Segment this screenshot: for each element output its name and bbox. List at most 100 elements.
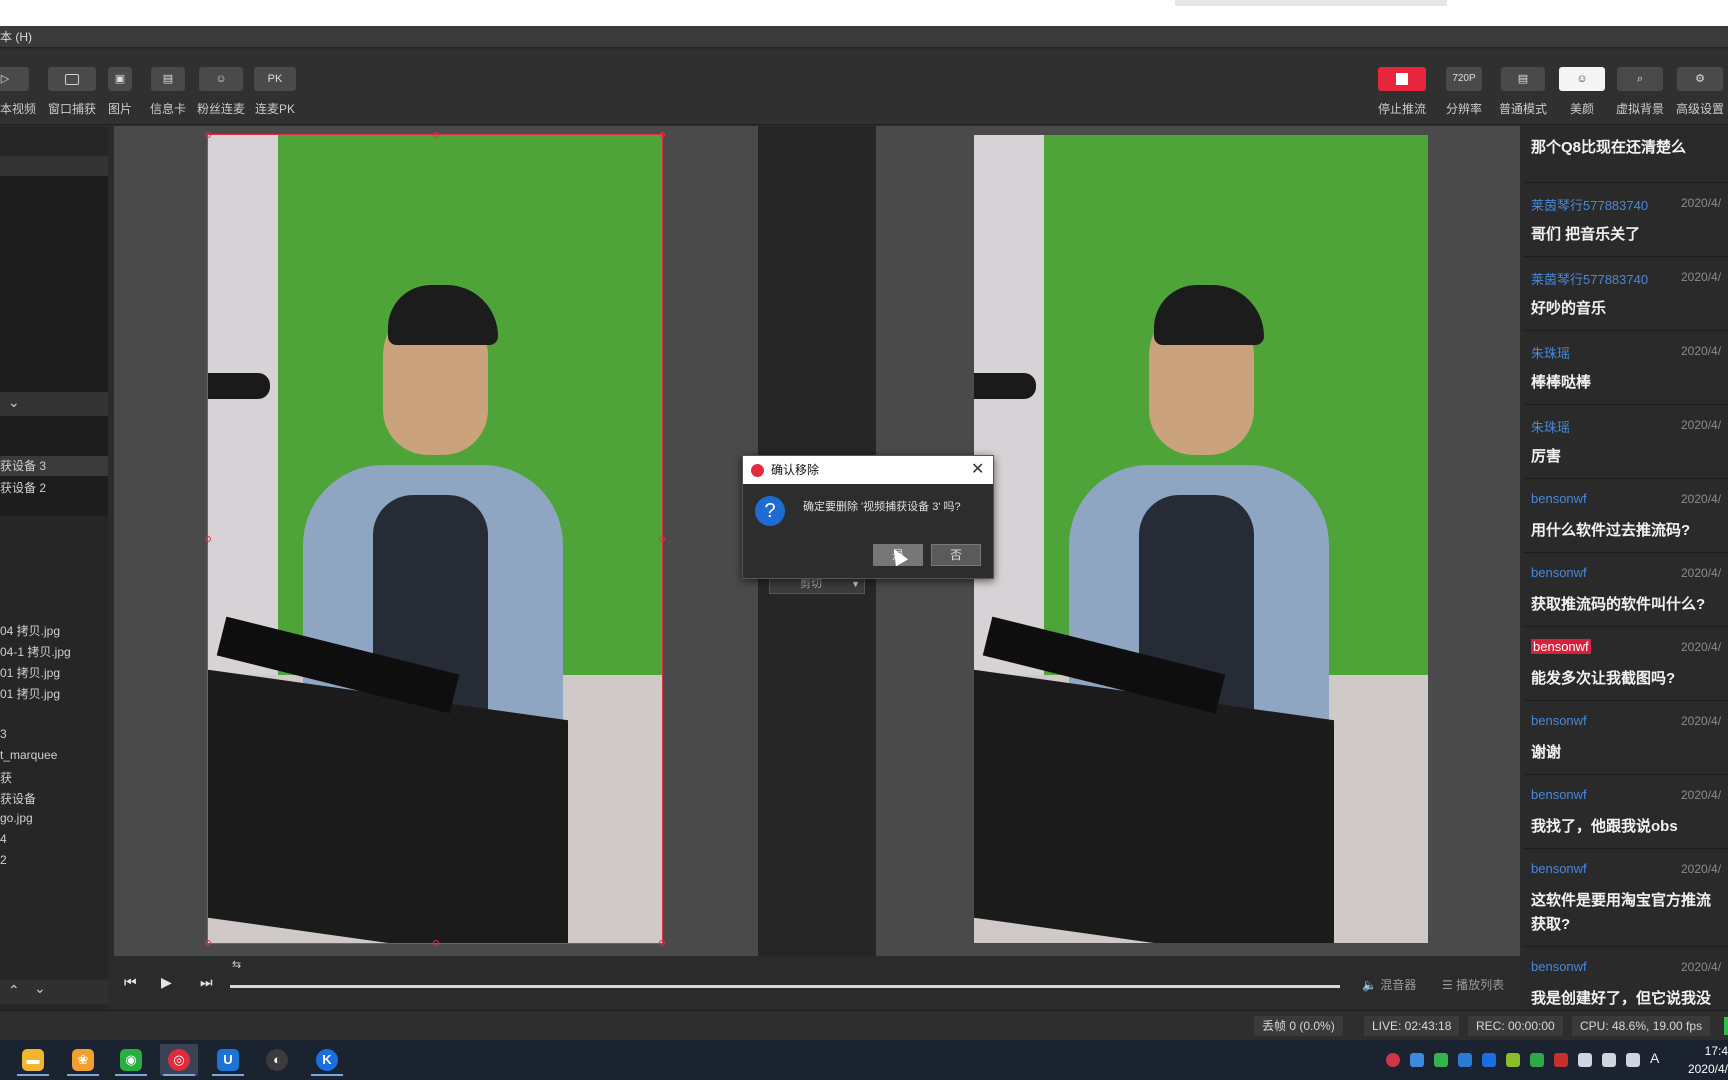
tray-app-icon[interactable]	[1458, 1053, 1472, 1067]
resize-handle[interactable]	[205, 940, 211, 946]
no-button[interactable]: 否	[931, 544, 981, 566]
chat-text: 好吵的音乐	[1531, 300, 1607, 317]
resize-handle[interactable]	[433, 132, 439, 138]
tray-shield-icon[interactable]	[1530, 1053, 1544, 1067]
chat-text: 能发多次让我截图吗?	[1531, 670, 1676, 687]
tray-cube-icon[interactable]	[1410, 1053, 1424, 1067]
file-item[interactable]: 4	[0, 832, 7, 846]
collapse-bar[interactable]: ⌄	[0, 392, 108, 416]
chat-date: 2020/4/	[1681, 492, 1722, 506]
virtual-background-button[interactable]: ⌕ 虚拟背景	[1614, 67, 1666, 117]
obs-icon[interactable]: ◐	[258, 1044, 296, 1076]
file-item[interactable]: 01 拷贝.jpg	[0, 664, 60, 681]
u-app-icon[interactable]: U	[209, 1044, 247, 1076]
file-item[interactable]: 获	[0, 769, 12, 786]
chevron-down-icon: ⌄	[8, 394, 20, 410]
tray-volume-icon[interactable]	[1626, 1053, 1640, 1067]
tray-obs-icon[interactable]	[1386, 1053, 1400, 1067]
chevron-up-icon[interactable]: ⌃	[8, 982, 20, 999]
next-icon[interactable]: ⏭	[200, 974, 213, 991]
chat-username[interactable]: 莱茵琴行577883740	[1531, 195, 1648, 214]
normal-mode-button[interactable]: ▤ 普通模式	[1498, 67, 1548, 117]
file-item[interactable]: 2	[0, 853, 7, 867]
chat-username[interactable]: bensonwf	[1531, 565, 1587, 580]
browser-top-strip	[0, 0, 1728, 26]
tray-game-icon[interactable]	[1506, 1053, 1520, 1067]
edit-preview[interactable]	[114, 126, 758, 956]
chat-date: 2020/4/	[1681, 714, 1722, 728]
tray-network-icon[interactable]	[1602, 1053, 1616, 1067]
file-item[interactable]: 3	[0, 727, 7, 741]
chat-username[interactable]: 朱珠瑶	[1531, 417, 1570, 436]
source-item-selected[interactable]: 获设备 3	[0, 456, 108, 476]
resize-handle[interactable]	[205, 536, 211, 542]
wechat-icon[interactable]: ◉	[112, 1044, 150, 1076]
file-item[interactable]: 获设备	[0, 790, 36, 807]
stop-stream-button[interactable]: 停止推流	[1376, 67, 1428, 117]
file-item[interactable]: t_marquee	[0, 748, 57, 762]
mixer-button[interactable]: 🔈 混音器	[1362, 976, 1416, 993]
file-item[interactable]: 04 拷贝.jpg	[0, 622, 60, 639]
k-app-icon[interactable]: K	[308, 1044, 346, 1076]
cpu-usage: CPU: 48.6%, 19.00 fps	[1572, 1016, 1711, 1036]
image-button[interactable]: ▣ 图片	[106, 67, 134, 117]
previous-icon[interactable]: ⏮	[124, 974, 137, 991]
resize-handle[interactable]	[659, 132, 665, 138]
dialog-titlebar: 确认移除 ✕	[743, 456, 993, 484]
chat-username[interactable]: bensonwf	[1531, 787, 1587, 802]
resize-handle[interactable]	[205, 132, 211, 138]
play-icon[interactable]: ▶	[161, 974, 172, 991]
source-item[interactable]: 获设备 2	[0, 478, 46, 498]
chat-message: bensonwf 2020/4/谢谢	[1523, 700, 1728, 774]
play-icon: ▷	[0, 67, 29, 91]
chat-text: 获取推流码的软件叫什么?	[1531, 596, 1706, 613]
resize-handle[interactable]	[659, 940, 665, 946]
menu-help[interactable]: 本 (H)	[0, 26, 32, 48]
info-card-button[interactable]: ▤ 信息卡	[148, 67, 188, 117]
file-item[interactable]: 04-1 拷贝.jpg	[0, 643, 71, 660]
gear-icon: ⚙	[1677, 67, 1723, 91]
obs-app-icon[interactable]: ◎	[160, 1044, 198, 1076]
chat-message: 朱珠瑶 2020/4/厉害	[1523, 404, 1728, 478]
question-icon: ?	[755, 496, 785, 526]
local-video-button[interactable]: ▷ 本视频	[0, 67, 36, 117]
photos-icon[interactable]: ❀	[64, 1044, 102, 1076]
chat-username[interactable]: bensonwf	[1531, 861, 1587, 876]
chat-username[interactable]: bensonwf	[1531, 639, 1591, 654]
window-capture-button[interactable]: 窗口捕获	[44, 67, 100, 117]
fans-link-button[interactable]: ☺ 粉丝连麦	[196, 67, 246, 117]
playlist-button[interactable]: ☰ 播放列表	[1442, 976, 1504, 993]
tray-tool-icon[interactable]	[1554, 1053, 1568, 1067]
tray-wechat-icon[interactable]	[1434, 1053, 1448, 1067]
card-icon: ▤	[151, 67, 185, 91]
resolution-button[interactable]: 720P 分辨率	[1444, 67, 1484, 117]
chat-username[interactable]: bensonwf	[1531, 959, 1587, 974]
close-icon[interactable]: ✕	[971, 456, 984, 484]
video-capture-source[interactable]	[207, 134, 663, 944]
loop-icon[interactable]: ⇆	[232, 958, 241, 971]
tab-strip	[1175, 0, 1447, 6]
explorer-icon[interactable]: ▬	[14, 1044, 52, 1076]
input-method-icon[interactable]: A	[1650, 1050, 1659, 1066]
playback-bar: ⇆ ⏮ ▶ ⏭ 🔈 混音器 ☰ 播放列表	[108, 956, 1520, 1008]
microphone	[208, 373, 270, 399]
resize-handle[interactable]	[433, 940, 439, 946]
resolution-icon: 720P	[1446, 67, 1482, 91]
advanced-settings-button[interactable]: ⚙ 高级设置	[1674, 67, 1726, 117]
chat-username[interactable]: 莱茵琴行577883740	[1531, 269, 1648, 288]
resize-handle[interactable]	[659, 536, 665, 542]
tray-mic-icon[interactable]	[1578, 1053, 1592, 1067]
chat-username[interactable]: 朱珠瑶	[1531, 343, 1570, 362]
tray-k-icon[interactable]	[1482, 1053, 1496, 1067]
pk-button[interactable]: PK 连麦PK	[254, 67, 296, 117]
confirm-remove-dialog: 确认移除 ✕ ? 确定要删除 '视频捕获设备 3' 吗? 是 否	[742, 455, 994, 579]
clock[interactable]: 17:4 2020/4/	[1675, 1042, 1728, 1078]
file-item[interactable]: go.jpg	[0, 811, 33, 825]
file-item[interactable]: 01 拷贝.jpg	[0, 685, 60, 702]
beauty-button[interactable]: ☺ 美颜	[1558, 67, 1606, 117]
progress-track[interactable]	[230, 985, 1340, 988]
chat-username[interactable]: bensonwf	[1531, 713, 1587, 728]
chat-username[interactable]: bensonwf	[1531, 491, 1587, 506]
dropped-frames: 丢帧 0 (0.0%)	[1254, 1016, 1343, 1036]
chevron-down-icon[interactable]: ⌄	[34, 980, 46, 997]
